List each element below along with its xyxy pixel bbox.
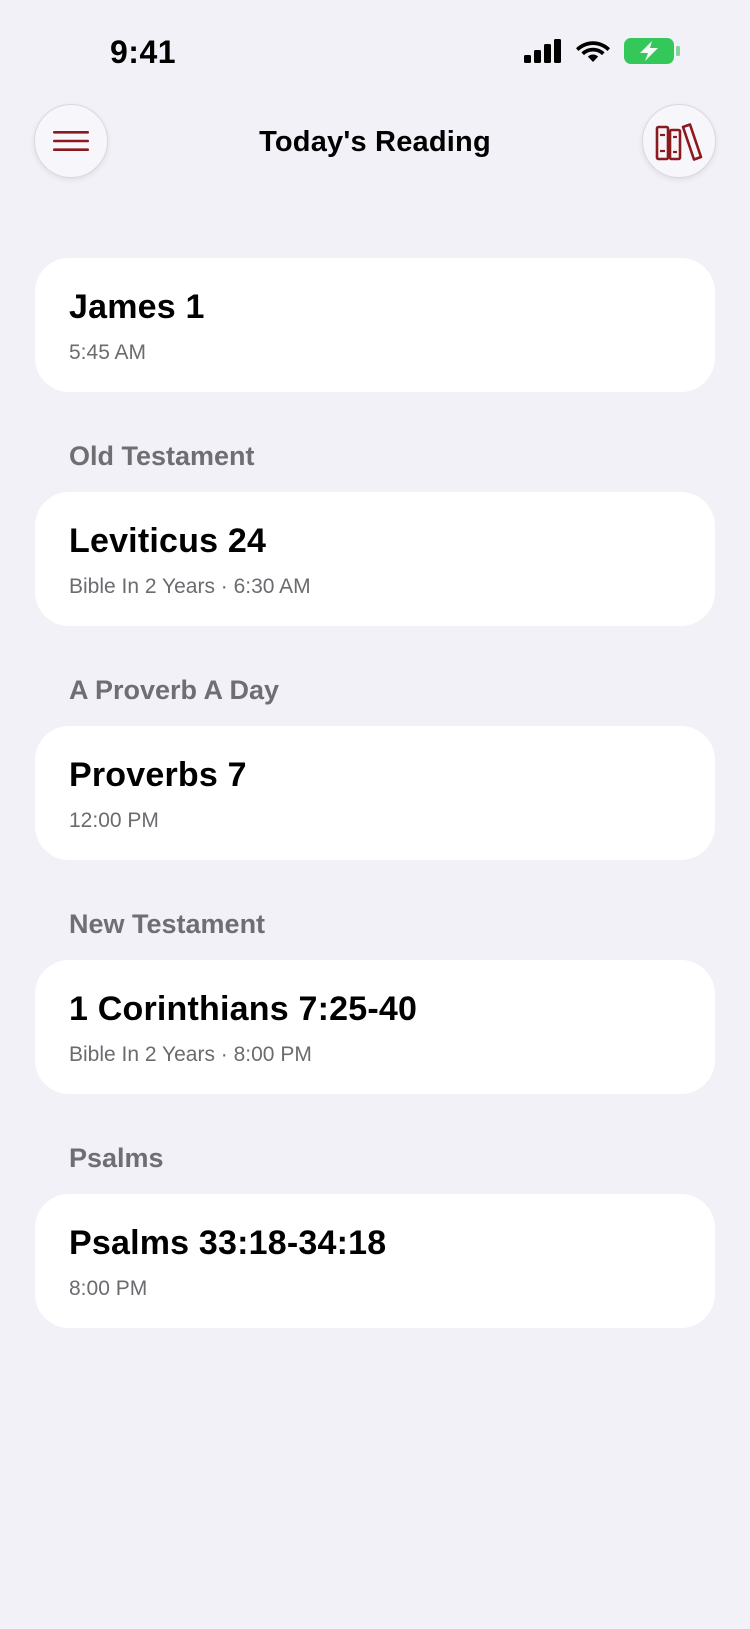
page-title: Today's Reading	[259, 126, 491, 158]
reading-title: Proverbs 7	[69, 756, 247, 794]
status-icons	[524, 38, 680, 64]
reading-title: Psalms 33:18-34:18	[69, 1224, 387, 1262]
reading-time: 12:00 PM	[69, 809, 159, 832]
library-books-icon	[655, 123, 703, 161]
reading-time: 5:45 AM	[69, 341, 147, 364]
status-bar: 9:41	[0, 0, 750, 100]
reading-plan-time: Bible In 2 Years · 8:00 PM	[69, 1043, 312, 1066]
reading-card-james[interactable]: James 1 5:45 AM	[35, 258, 715, 392]
reading-card-old-testament[interactable]: Leviticus 24 Bible In 2 Years · 6:30 AM	[35, 492, 715, 626]
cellular-signal-icon	[524, 39, 561, 63]
section-label-proverb: A Proverb A Day	[69, 675, 280, 705]
reading-title: 1 Corinthians 7:25-40	[69, 990, 418, 1028]
reading-time: 8:00 PM	[69, 1277, 148, 1300]
reading-card-psalms[interactable]: Psalms 33:18-34:18 8:00 PM	[35, 1194, 715, 1328]
reading-title: James 1	[69, 288, 205, 326]
section-label-old-testament: Old Testament	[69, 441, 255, 471]
reading-list: James 1 5:45 AM Old Testament Leviticus …	[35, 258, 715, 1328]
reading-title: Leviticus 24	[69, 522, 267, 560]
wifi-icon	[576, 40, 610, 62]
library-button[interactable]	[642, 104, 716, 178]
section-label-psalms: Psalms	[69, 1143, 164, 1173]
status-time: 9:41	[110, 34, 177, 70]
reading-plan-time: Bible In 2 Years · 6:30 AM	[69, 575, 311, 598]
reading-card-proverb[interactable]: Proverbs 7 12:00 PM	[35, 726, 715, 860]
reading-card-new-testament[interactable]: 1 Corinthians 7:25-40 Bible In 2 Years ·…	[35, 960, 715, 1094]
battery-charging-icon	[624, 38, 680, 64]
section-label-new-testament: New Testament	[69, 909, 266, 939]
header: Today's Reading	[0, 104, 750, 184]
